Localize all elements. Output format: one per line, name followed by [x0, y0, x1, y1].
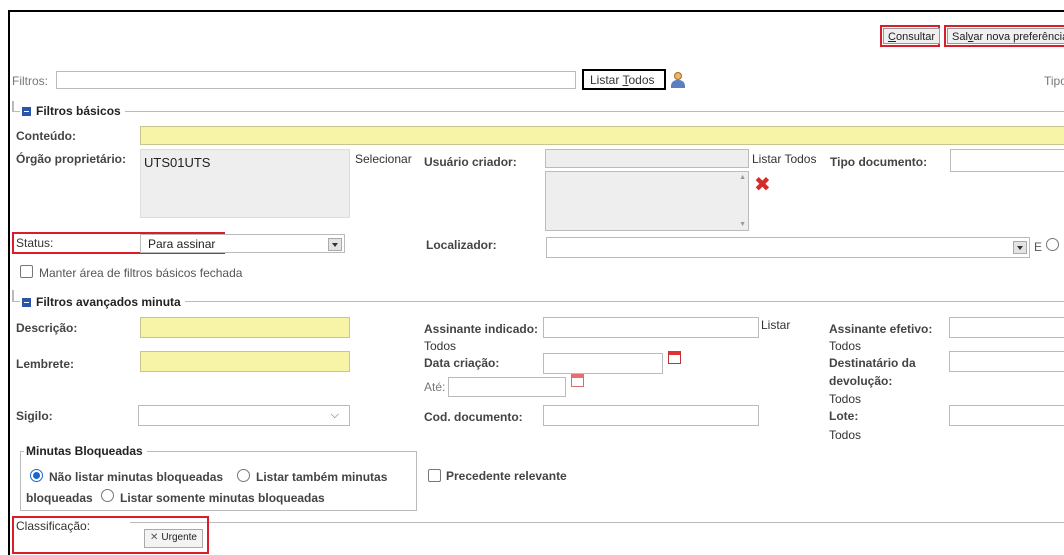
indicated-list-link[interactable]: Listar	[761, 318, 790, 332]
consult-button[interactable]: Consultar	[883, 28, 941, 44]
creation-date-label: Data criação:	[424, 356, 500, 370]
precedent-checkbox[interactable]	[428, 469, 441, 485]
urgent-tag[interactable]: ✕ Urgente	[144, 529, 203, 548]
return-recipient-label: Destinatário da	[829, 356, 916, 370]
chevron-down-icon	[1013, 241, 1027, 254]
return-all-link[interactable]: Todos	[829, 392, 861, 406]
batch-input[interactable]	[949, 405, 1064, 426]
filters-label: Filtros:	[12, 74, 48, 88]
list-all-label: Listar Todos	[590, 73, 655, 87]
calendar-icon[interactable]	[668, 351, 681, 364]
return-recipient-input[interactable]	[949, 351, 1064, 372]
doc-type-label: Tipo documento:	[830, 155, 928, 169]
precedent-label: Precedente relevante	[446, 469, 567, 483]
advanced-filters-left-line	[12, 290, 14, 301]
tipo-label: Tipo	[1044, 74, 1064, 88]
locator-and-label: E	[1034, 240, 1043, 254]
close-icon[interactable]: ✕	[150, 532, 158, 543]
collapse-icon[interactable]	[22, 107, 31, 117]
secrecy-select[interactable]: ⌵	[138, 405, 350, 426]
advanced-filters-title: Filtros avançados minuta	[36, 295, 181, 309]
classification-label: Classificação:	[16, 519, 91, 533]
description-label: Descrição:	[16, 321, 78, 335]
indicated-all-link[interactable]: Todos	[424, 339, 456, 353]
status-value: Para assinar	[148, 237, 216, 251]
save-pref-label: Salvar nova preferência	[952, 31, 1064, 43]
owner-org-value[interactable]: UTS01UTS	[141, 150, 349, 175]
content-label: Conteúdo:	[16, 129, 76, 143]
basic-filters-legend[interactable]: Filtros básicos	[20, 104, 125, 118]
chevron-down-icon	[328, 238, 342, 251]
collapse-icon[interactable]	[22, 298, 31, 308]
radio-only-blocked[interactable]	[101, 489, 114, 503]
classification-divider	[130, 522, 1064, 523]
effective-signer-input[interactable]	[949, 317, 1064, 338]
reminder-label: Lembrete:	[16, 357, 75, 371]
radio-no-blocked-label: Não listar minutas bloqueadas	[49, 470, 224, 484]
select-link[interactable]: Selecionar	[355, 152, 412, 166]
calendar-icon[interactable]	[571, 374, 584, 387]
creator-user-listbox[interactable]: ▲ ▼	[545, 171, 749, 231]
radio-also-blocked[interactable]	[237, 469, 250, 483]
locator-label: Localizador:	[426, 238, 497, 252]
until-date-input[interactable]	[448, 377, 566, 397]
secrecy-label: Sigilo:	[16, 409, 53, 423]
radio-also-blocked-label-2: bloqueadas	[26, 491, 93, 505]
effective-signer-label: Assinante efetivo:	[829, 322, 933, 336]
user-icon[interactable]	[671, 72, 685, 88]
indicated-signer-input[interactable]	[543, 317, 759, 338]
effective-all-link[interactable]: Todos	[829, 339, 861, 353]
filters-input[interactable]	[56, 71, 576, 89]
keep-closed-label: Manter área de filtros básicos fechada	[39, 266, 243, 280]
until-label: Até:	[424, 380, 446, 394]
frame-border-top	[8, 10, 1064, 12]
radio-only-blocked-label: Listar somente minutas bloqueadas	[120, 491, 325, 505]
reminder-input[interactable]	[140, 351, 350, 372]
locator-radio[interactable]	[1046, 238, 1059, 252]
indicated-signer-label: Assinante indicado:	[424, 322, 539, 336]
radio-no-blocked[interactable]	[30, 469, 43, 483]
list-all-button[interactable]: Listar Todos	[582, 69, 666, 90]
owner-org-label: Órgão proprietário:	[16, 152, 127, 166]
return-recipient-label-2: devolução:	[829, 374, 893, 388]
doc-type-input[interactable]	[950, 149, 1064, 172]
status-select[interactable]: Para assinar	[140, 234, 345, 253]
frame-border-left	[8, 10, 10, 555]
content-input[interactable]	[140, 126, 1064, 145]
doc-code-input[interactable]	[543, 405, 759, 426]
locator-select[interactable]	[546, 237, 1030, 258]
urgent-tag-label: Urgente	[161, 532, 197, 543]
advanced-filters-legend[interactable]: Filtros avançados minuta	[20, 295, 185, 309]
basic-filters-left-line	[12, 101, 14, 111]
keep-closed-checkbox[interactable]	[20, 265, 33, 281]
radio-also-blocked-label: Listar também minutas	[256, 470, 388, 484]
doc-code-label: Cod. documento:	[424, 410, 523, 424]
basic-filters-title: Filtros básicos	[36, 104, 121, 118]
creator-list-all-link[interactable]: Listar Todos	[752, 152, 816, 166]
save-preference-button[interactable]: Salvar nova preferência	[947, 28, 1064, 44]
batch-label: Lote:	[829, 409, 859, 423]
status-label: Status:	[16, 236, 54, 250]
remove-icon[interactable]: ✖	[754, 175, 771, 195]
batch-all-link[interactable]: Todos	[829, 428, 861, 442]
owner-org-listbox[interactable]: UTS01UTS	[140, 149, 350, 218]
basic-filters-divider	[12, 111, 1064, 112]
creator-user-label: Usuário criador:	[424, 155, 517, 169]
consult-label: Consultar	[888, 31, 936, 43]
creation-date-input[interactable]	[543, 353, 663, 374]
chevron-down-icon: ⌵	[330, 409, 339, 421]
creator-user-input[interactable]	[545, 149, 749, 168]
blocked-legend: Minutas Bloqueadas	[24, 444, 147, 458]
description-input[interactable]	[140, 317, 350, 338]
